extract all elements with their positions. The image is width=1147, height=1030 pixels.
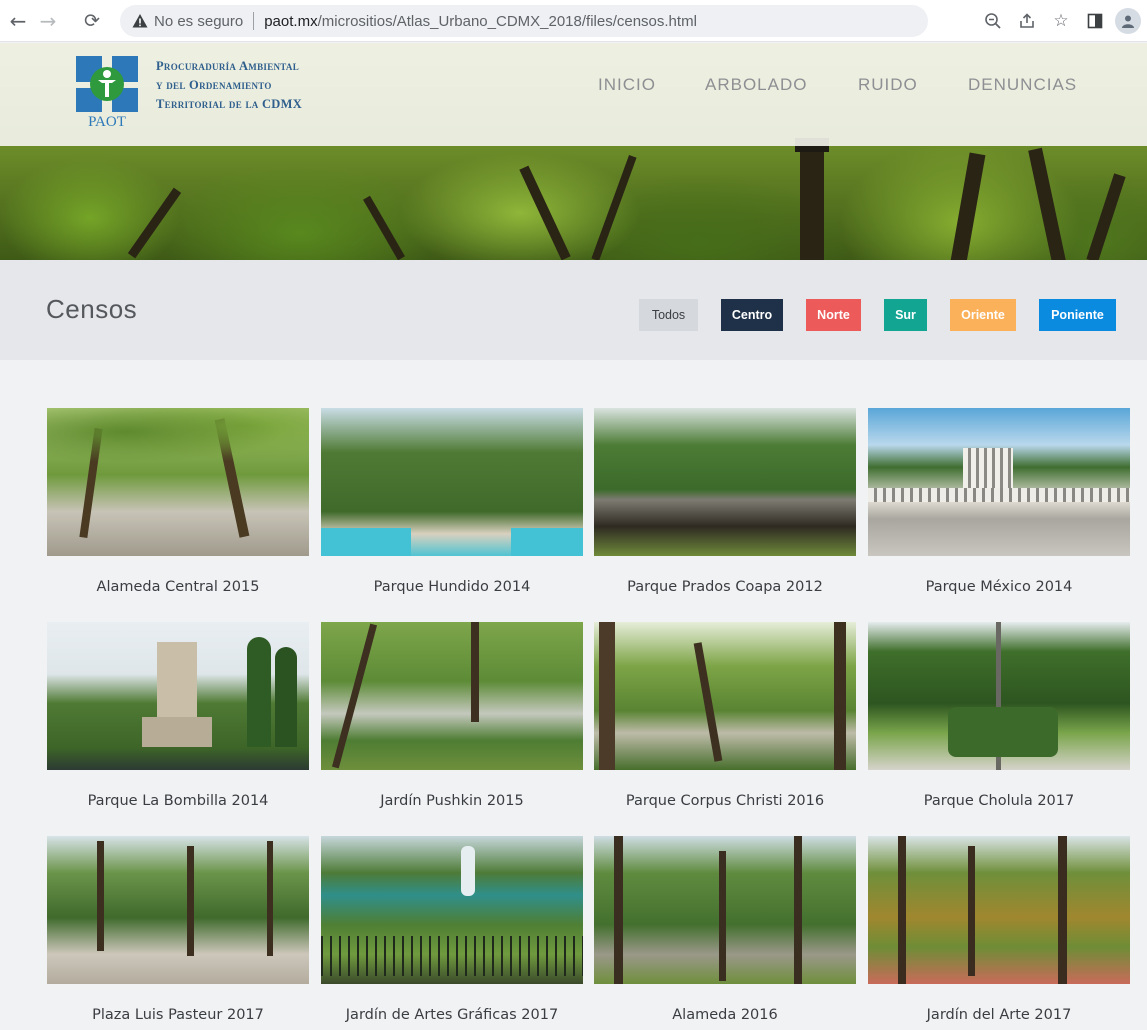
profile-avatar-icon[interactable]: [1115, 8, 1141, 34]
filter-bar: Censos Todos Centro Norte Sur Oriente Po…: [0, 260, 1147, 360]
park-photo[interactable]: [594, 408, 856, 556]
filter-poniente-button[interactable]: Poniente: [1039, 299, 1116, 331]
warning-icon[interactable]: [132, 13, 148, 29]
nav-inicio[interactable]: INICIO: [598, 75, 656, 95]
back-arrow-icon[interactable]: ←: [4, 7, 32, 35]
park-photo[interactable]: [321, 622, 583, 770]
url-path: /micrositios/Atlas_Urbano_CDMX_2018/file…: [317, 12, 697, 30]
park-photo[interactable]: [868, 836, 1130, 984]
reload-icon[interactable]: ⟳: [78, 7, 106, 35]
filter-norte-button[interactable]: Norte: [806, 299, 861, 331]
browser-actions: ☆: [979, 5, 1141, 37]
card-title[interactable]: Parque Prados Coapa 2012: [594, 579, 856, 595]
card-title[interactable]: Parque Hundido 2014: [321, 579, 583, 595]
gallery-card[interactable]: Jardín de Artes Gráficas 2017: [321, 836, 583, 1023]
nav-arbolado[interactable]: ARBOLADO: [705, 75, 807, 95]
gallery-card[interactable]: Alameda Central 2015: [47, 408, 309, 595]
park-photo[interactable]: [47, 622, 309, 770]
gallery-card[interactable]: Jardín del Arte 2017: [868, 836, 1130, 1023]
page-title: Censos: [46, 294, 138, 324]
filter-todos-button[interactable]: Todos: [639, 299, 698, 331]
nav-denuncias[interactable]: DENUNCIAS: [968, 75, 1077, 95]
share-icon[interactable]: [1013, 7, 1041, 35]
park-photo[interactable]: [594, 836, 856, 984]
park-photo[interactable]: [47, 408, 309, 556]
card-title[interactable]: Jardín del Arte 2017: [868, 1007, 1130, 1023]
card-title[interactable]: Parque Cholula 2017: [868, 793, 1130, 809]
gallery-card[interactable]: Parque Cholula 2017: [868, 622, 1130, 809]
filter-oriente-button[interactable]: Oriente: [950, 299, 1016, 331]
card-title[interactable]: Alameda 2016: [594, 1007, 856, 1023]
gallery-card[interactable]: Alameda 2016: [594, 836, 856, 1023]
site-header: PAOT Procuraduría Ambiental y del Ordena…: [0, 43, 1147, 146]
nav-ruido[interactable]: RUIDO: [858, 75, 918, 95]
forward-arrow-icon[interactable]: →: [34, 7, 62, 35]
card-title[interactable]: Parque Corpus Christi 2016: [594, 793, 856, 809]
url-host: paot.mx: [264, 12, 318, 30]
gallery-card[interactable]: Plaza Luis Pasteur 2017: [47, 836, 309, 1023]
card-title[interactable]: Plaza Luis Pasteur 2017: [47, 1007, 309, 1023]
side-panel-icon[interactable]: [1081, 7, 1109, 35]
main-nav: INICIO ARBOLADO RUIDO DENUNCIAS: [0, 75, 1147, 99]
security-status[interactable]: No es seguro: [154, 13, 243, 30]
card-title[interactable]: Jardín de Artes Gráficas 2017: [321, 1007, 583, 1023]
card-title[interactable]: Jardín Pushkin 2015: [321, 793, 583, 809]
park-photo[interactable]: [321, 836, 583, 984]
gallery-card[interactable]: Parque México 2014: [868, 408, 1130, 595]
gallery-card[interactable]: Parque Hundido 2014: [321, 408, 583, 595]
gallery-card[interactable]: Jardín Pushkin 2015: [321, 622, 583, 809]
filter-centro-button[interactable]: Centro: [721, 299, 783, 331]
header-banner: PAOT Procuraduría Ambiental y del Ordena…: [0, 43, 1147, 260]
zoom-icon[interactable]: [979, 7, 1007, 35]
address-divider: [253, 12, 255, 30]
park-photo[interactable]: [321, 408, 583, 556]
address-bar[interactable]: No es seguro paot.mx/micrositios/Atlas_U…: [120, 5, 928, 37]
park-photo[interactable]: [868, 622, 1130, 770]
filter-sur-button[interactable]: Sur: [884, 299, 927, 331]
agency-name-line: Procuraduría Ambiental: [156, 59, 300, 73]
park-photo[interactable]: [594, 622, 856, 770]
gallery-card[interactable]: Parque Prados Coapa 2012: [594, 408, 856, 595]
bookmark-star-icon[interactable]: ☆: [1047, 7, 1075, 35]
park-photo[interactable]: [868, 408, 1130, 556]
gallery-card[interactable]: Parque La Bombilla 2014: [47, 622, 309, 809]
card-title[interactable]: Alameda Central 2015: [47, 579, 309, 595]
card-title[interactable]: Parque La Bombilla 2014: [47, 793, 309, 809]
gallery-card[interactable]: Parque Corpus Christi 2016: [594, 622, 856, 809]
browser-toolbar: ← → ⟳ No es seguro paot.mx/micrositios/A…: [0, 0, 1147, 42]
card-title[interactable]: Parque México 2014: [868, 579, 1130, 595]
park-photo[interactable]: [47, 836, 309, 984]
logo-abbrev: PAOT: [88, 114, 126, 128]
